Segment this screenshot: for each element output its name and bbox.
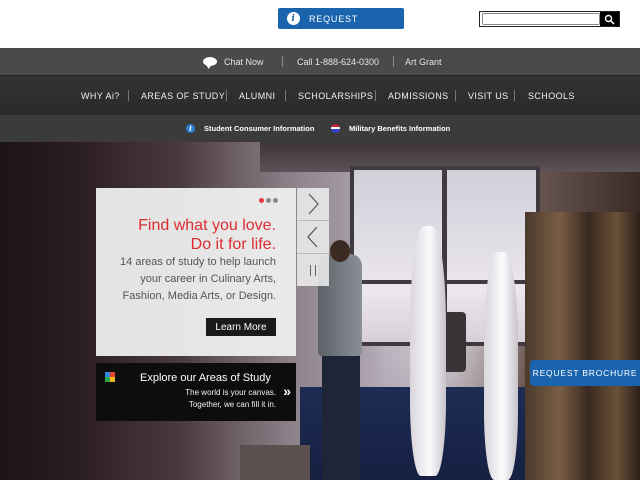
divider: [128, 90, 129, 101]
subtext-line: your career in Culinary Arts,: [140, 273, 276, 285]
page: i REQUEST Chat Now Call 1-888-624-0300 A…: [0, 0, 640, 480]
consumer-info-link[interactable]: i Student Consumer Information: [186, 115, 314, 142]
phone-link[interactable]: Call 1-888-624-0300: [297, 48, 379, 75]
divider: [514, 90, 515, 101]
subtext-line: Fashion, Media Arts, or Design.: [122, 290, 276, 302]
chevron-left-icon: [307, 226, 318, 248]
request-label: REQUEST: [309, 13, 359, 24]
headline-line: Find what you love.: [138, 217, 276, 234]
phone-label: Call 1-888-624-0300: [297, 56, 380, 67]
info-circle-icon: i: [186, 124, 195, 133]
art-grant-label: Art Grant: [405, 56, 442, 67]
search-button[interactable]: [600, 12, 619, 26]
consumer-info-label: Student Consumer Information: [204, 124, 315, 133]
request-button[interactable]: i REQUEST: [278, 8, 404, 29]
divider: [282, 56, 283, 67]
divider: [393, 56, 394, 67]
divider: [226, 90, 227, 101]
learn-more-button[interactable]: Learn More: [206, 318, 276, 336]
slide-dot[interactable]: [266, 198, 271, 203]
info-icon: i: [287, 12, 300, 25]
headline-line: Do it for life.: [190, 236, 276, 253]
color-grid-icon: [105, 372, 115, 382]
pause-icon: [308, 264, 318, 276]
nav-label: ADMISSIONS: [388, 90, 449, 101]
main-nav: WHY Ai? AREAS OF STUDY ALUMNI SCHOLARSHI…: [0, 75, 640, 115]
slide-indicator: [259, 198, 280, 203]
person: [330, 240, 350, 262]
hero-headline: Find what you love. Do it for life.: [138, 216, 276, 254]
slide-dot[interactable]: [273, 198, 278, 203]
divider: [455, 90, 456, 101]
magnifier-icon: [604, 14, 615, 25]
nav-item-admissions[interactable]: ADMISSIONS: [388, 76, 449, 115]
chat-bubble-icon: [203, 57, 217, 69]
nav-item-visit-us[interactable]: VISIT US: [468, 76, 509, 115]
work-table: [240, 445, 310, 480]
top-header: i REQUEST: [0, 0, 640, 48]
explore-title: Explore our Areas of Study: [140, 372, 271, 384]
slider-controls: [297, 188, 329, 286]
search-box: [479, 11, 620, 27]
nav-item-areas-of-study[interactable]: AREAS OF STUDY: [141, 76, 225, 115]
art-grant-link[interactable]: Art Grant: [405, 48, 442, 75]
military-info-link[interactable]: Military Benefits Information: [331, 115, 450, 142]
subtext-line: 14 areas of study to help launch: [120, 256, 276, 268]
learn-more-label: Learn More: [215, 321, 267, 333]
nav-item-why-ai[interactable]: WHY Ai?: [81, 76, 120, 115]
mannequin: [484, 252, 518, 480]
military-info-label: Military Benefits Information: [349, 124, 451, 133]
prev-slide-button[interactable]: [297, 220, 329, 254]
chat-now-label: Chat Now: [224, 56, 264, 67]
pause-button[interactable]: [297, 254, 329, 286]
divider: [375, 90, 376, 101]
nav-label: SCHOLARSHIPS: [298, 90, 374, 101]
nav-label: ALUMNI: [239, 90, 276, 101]
request-brochure-label: REQUEST BROCHURE: [532, 368, 638, 378]
info-bar: i Student Consumer Information Military …: [0, 115, 640, 142]
explore-subtext-line: Together, we can fill it in.: [188, 400, 276, 409]
nav-item-alumni[interactable]: ALUMNI: [239, 76, 275, 115]
person: [322, 354, 360, 480]
nav-label: SCHOOLS: [528, 90, 575, 101]
explore-subtext: The world is your canvas. Together, we c…: [185, 387, 276, 411]
flag-circle-icon: [331, 124, 340, 133]
mannequin: [410, 226, 446, 476]
hero-subtext: 14 areas of study to help launch your ca…: [86, 254, 276, 305]
nav-item-scholarships[interactable]: SCHOLARSHIPS: [298, 76, 373, 115]
explore-areas-banner[interactable]: Explore our Areas of Study The world is …: [96, 363, 296, 421]
search-input[interactable]: [482, 13, 600, 25]
utility-bar: Chat Now Call 1-888-624-0300 Art Grant: [0, 48, 640, 75]
slide-dot[interactable]: [259, 198, 264, 203]
divider: [285, 90, 286, 101]
nav-item-schools[interactable]: SCHOOLS: [528, 76, 575, 115]
double-chevron-right-icon: »: [283, 383, 291, 399]
nav-label: VISIT US: [468, 90, 509, 101]
chat-now-link[interactable]: Chat Now: [203, 48, 264, 75]
nav-label: AREAS OF STUDY: [141, 90, 226, 101]
clothing-rack: [525, 212, 640, 480]
nav-label: WHY Ai?: [81, 90, 120, 101]
chevron-right-icon: [308, 193, 319, 215]
explore-subtext-line: The world is your canvas.: [185, 388, 276, 397]
request-brochure-button[interactable]: REQUEST BROCHURE: [530, 360, 640, 386]
next-slide-button[interactable]: [297, 188, 329, 220]
